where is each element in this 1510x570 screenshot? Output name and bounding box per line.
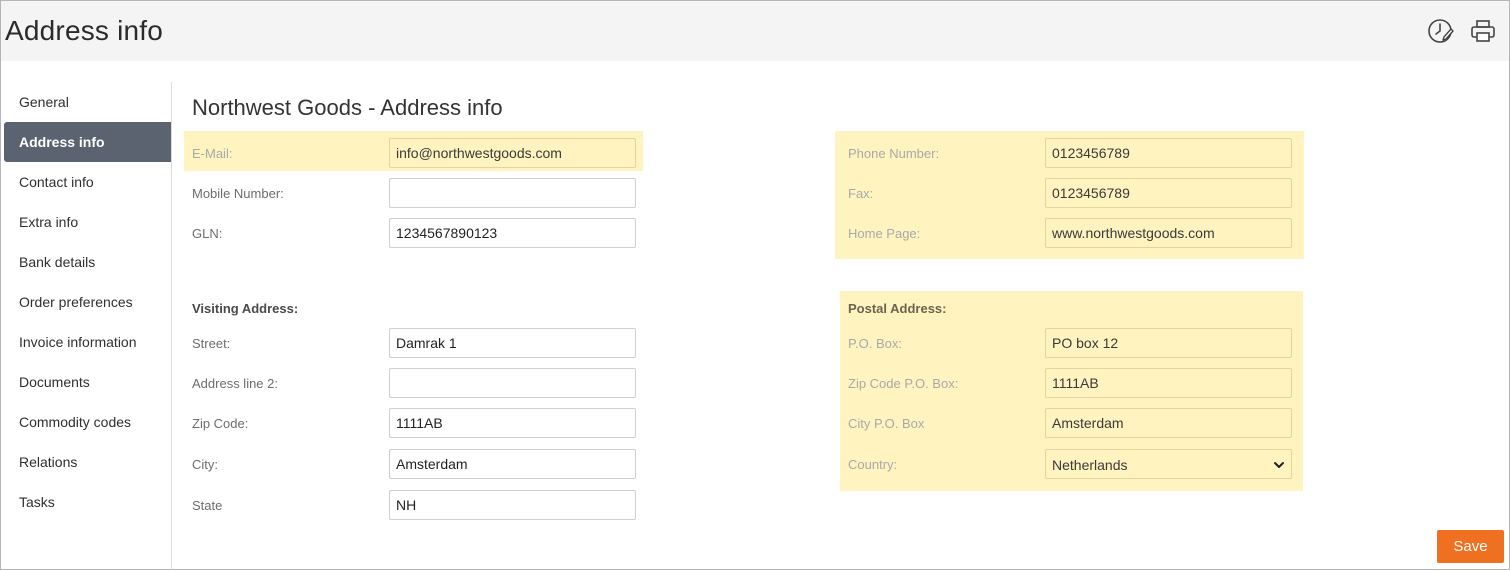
address-line-2-label: Address line 2:	[192, 376, 278, 391]
clock-edit-icon[interactable]	[1427, 17, 1455, 45]
email-label: E-Mail:	[192, 146, 233, 161]
sidebar-item-commodity-codes[interactable]: Commodity codes	[4, 402, 171, 442]
phone-number-field[interactable]	[1045, 138, 1292, 168]
visiting-address-heading: Visiting Address:	[192, 301, 299, 316]
home-page-field[interactable]	[1045, 218, 1292, 248]
po-box-label: P.O. Box:	[848, 336, 902, 351]
top-bar: Address info	[1, 1, 1509, 61]
sidebar-item-contact-info[interactable]: Contact info	[4, 162, 171, 202]
sidebar-item-relations[interactable]: Relations	[4, 442, 171, 482]
phone-number-label: Phone Number:	[848, 146, 940, 161]
fax-field[interactable]	[1045, 178, 1292, 208]
sidebar: General Address info Contact info Extra …	[4, 82, 171, 522]
sidebar-item-documents[interactable]: Documents	[4, 362, 171, 402]
city-po-box-label: City P.O. Box	[848, 416, 925, 431]
sidebar-item-address-info[interactable]: Address info	[4, 122, 171, 162]
state-label: State	[192, 498, 223, 513]
sidebar-item-extra-info[interactable]: Extra info	[4, 202, 171, 242]
zip-code-label: Zip Code:	[192, 416, 249, 431]
city-label: City:	[192, 457, 218, 472]
sidebar-item-general[interactable]: General	[4, 82, 171, 122]
zip-code-po-box-label: Zip Code P.O. Box:	[848, 376, 959, 391]
state-field[interactable]	[389, 490, 636, 520]
sidebar-item-invoice-information[interactable]: Invoice information	[4, 322, 171, 362]
country-select[interactable]: Netherlands	[1045, 449, 1292, 479]
address-line-2-field[interactable]	[389, 368, 636, 398]
sidebar-item-tasks[interactable]: Tasks	[4, 482, 171, 522]
country-select-value: Netherlands	[1052, 457, 1128, 473]
content-title: Northwest Goods - Address info	[192, 95, 503, 120]
fax-label: Fax:	[848, 186, 874, 201]
gln-field[interactable]	[389, 218, 636, 248]
page-title: Address info	[5, 15, 164, 46]
email-field[interactable]	[389, 138, 636, 168]
city-field[interactable]	[389, 449, 636, 479]
printer-icon[interactable]	[1469, 17, 1497, 45]
sidebar-divider	[171, 82, 172, 570]
zip-code-po-box-field[interactable]	[1045, 368, 1292, 398]
gln-label: GLN:	[192, 226, 223, 241]
chevron-down-icon	[1274, 462, 1284, 468]
mobile-number-label: Mobile Number:	[192, 186, 284, 201]
home-page-label: Home Page:	[848, 226, 921, 241]
country-label: Country:	[848, 457, 898, 472]
city-po-box-field[interactable]	[1045, 408, 1292, 438]
mobile-number-field[interactable]	[389, 178, 636, 208]
sidebar-item-bank-details[interactable]: Bank details	[4, 242, 171, 282]
sidebar-item-order-preferences[interactable]: Order preferences	[4, 282, 171, 322]
zip-code-field[interactable]	[389, 408, 636, 438]
po-box-field[interactable]	[1045, 328, 1292, 358]
postal-address-heading: Postal Address:	[848, 301, 947, 316]
street-label: Street:	[192, 336, 231, 351]
save-button[interactable]: Save	[1437, 530, 1504, 563]
street-field[interactable]	[389, 328, 636, 358]
